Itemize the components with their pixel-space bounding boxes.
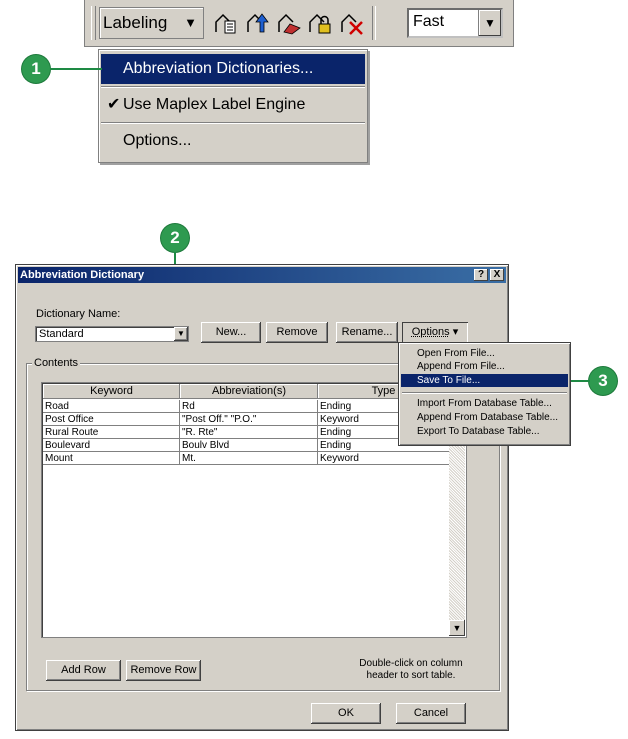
menu-item-export-to-database[interactable]: Export To Database Table... — [401, 425, 568, 438]
scroll-down-icon[interactable]: ▼ — [449, 620, 465, 636]
column-header-abbreviations[interactable]: Abbreviation(s) — [180, 384, 318, 399]
view-unplaced-labels-icon[interactable] — [339, 10, 365, 36]
labeling-dropdown-menu: Abbreviation Dictionaries... ✔ Use Maple… — [98, 49, 368, 163]
new-button[interactable]: New... — [201, 322, 261, 343]
callout-3: 3 — [589, 367, 617, 395]
options-button-label: Options — [411, 326, 450, 338]
cell-keyword[interactable]: Mount — [43, 452, 180, 465]
labeling-menu-label: Labeling — [103, 13, 168, 32]
cell-keyword[interactable]: Post Office — [43, 413, 180, 426]
menu-separator — [101, 122, 365, 124]
menu-item-label: Abbreviation Dictionaries... — [123, 60, 314, 77]
menu-item-options[interactable]: Options... — [101, 126, 365, 156]
cell-abbreviation[interactable]: "Post Off." "P.O." — [180, 413, 318, 426]
menu-item-abbreviation-dictionaries[interactable]: Abbreviation Dictionaries... — [101, 54, 365, 84]
cell-abbreviation[interactable]: Rd — [180, 400, 318, 413]
options-arrow-icon: ▾ — [452, 326, 459, 338]
menu-item-append-from-file[interactable]: Append From File... — [401, 360, 568, 373]
dropdown-arrow-icon: ▼ — [184, 15, 197, 30]
abbreviation-dictionary-dialog: Abbreviation Dictionary ? X Dictionary N… — [15, 264, 509, 731]
options-popup-menu: Open From File... Append From File... Sa… — [398, 342, 571, 446]
cell-abbreviation[interactable]: "R. Rte" — [180, 426, 318, 439]
menu-item-label: Open From File... — [417, 348, 495, 359]
checkmark-icon: ✔ — [107, 96, 121, 113]
dialog-title-bar[interactable]: Abbreviation Dictionary ? X — [18, 267, 506, 283]
labeling-menu-button[interactable]: Labeling ▼ — [99, 7, 204, 39]
callout-1: 1 — [22, 55, 50, 83]
cell-abbreviation[interactable]: Mt. — [180, 452, 318, 465]
quality-value: Fast — [413, 13, 445, 30]
options-button[interactable]: Options ▾ — [402, 322, 468, 343]
close-button[interactable]: X — [490, 269, 504, 281]
cell-keyword[interactable]: Rural Route — [43, 426, 180, 439]
menu-separator — [402, 392, 567, 394]
dictionary-dropdown-arrow-icon[interactable]: ▼ — [174, 327, 188, 341]
menu-separator — [101, 86, 365, 88]
toolbar-separator — [372, 6, 376, 40]
menu-item-label: Append From File... — [417, 361, 505, 372]
menu-item-label: Import From Database Table... — [417, 398, 552, 409]
label-manager-icon[interactable] — [213, 10, 239, 36]
menu-item-append-from-database[interactable]: Append From Database Table... — [401, 411, 568, 424]
remove-button[interactable]: Remove — [266, 322, 328, 343]
dictionary-name-value: Standard — [39, 328, 84, 340]
menu-item-import-from-database[interactable]: Import From Database Table... — [401, 397, 568, 410]
menu-item-label: Options... — [123, 132, 192, 149]
sort-hint-line-1: Double-click on column — [359, 658, 463, 669]
quality-select[interactable]: Fast ▼ — [407, 8, 503, 38]
add-row-button[interactable]: Add Row — [46, 660, 121, 681]
remove-row-button[interactable]: Remove Row — [126, 660, 201, 681]
toolbar-grip[interactable] — [91, 6, 96, 40]
contents-label: Contents — [32, 357, 81, 369]
cell-keyword[interactable]: Boulevard — [43, 439, 180, 452]
label-weight-icon[interactable] — [276, 10, 302, 36]
cell-abbreviation[interactable]: Boulv Blvd — [180, 439, 318, 452]
menu-item-label: Save To File... — [417, 375, 481, 386]
labeling-toolbar: Labeling ▼ Fast ▼ — [84, 0, 514, 47]
ok-button[interactable]: OK — [311, 703, 381, 724]
menu-item-save-to-file[interactable]: Save To File... — [401, 374, 568, 387]
column-header-keyword[interactable]: Keyword — [43, 384, 180, 399]
lock-labels-icon[interactable] — [307, 10, 333, 36]
callout-2: 2 — [161, 224, 189, 252]
quality-dropdown-arrow-icon[interactable]: ▼ — [478, 10, 501, 36]
rename-button[interactable]: Rename... — [336, 322, 398, 343]
menu-item-label: Append From Database Table... — [417, 412, 559, 423]
cell-type[interactable]: Keyword — [318, 452, 455, 465]
dictionary-name-label: Dictionary Name: — [36, 308, 121, 320]
menu-item-label: Export To Database Table... — [417, 426, 540, 437]
cell-keyword[interactable]: Road — [43, 400, 180, 413]
menu-item-use-maplex[interactable]: ✔ Use Maplex Label Engine — [101, 90, 365, 120]
menu-item-open-from-file[interactable]: Open From File... — [401, 347, 568, 360]
dictionary-name-select[interactable]: Standard ▼ — [35, 326, 189, 342]
callout-1-line — [50, 68, 102, 70]
label-priority-icon[interactable] — [245, 10, 271, 36]
help-button[interactable]: ? — [474, 269, 488, 281]
cancel-button[interactable]: Cancel — [396, 703, 466, 724]
dialog-title: Abbreviation Dictionary — [20, 269, 145, 281]
menu-item-label: Use Maplex Label Engine — [123, 96, 306, 113]
sort-hint-line-2: header to sort table. — [366, 670, 456, 681]
